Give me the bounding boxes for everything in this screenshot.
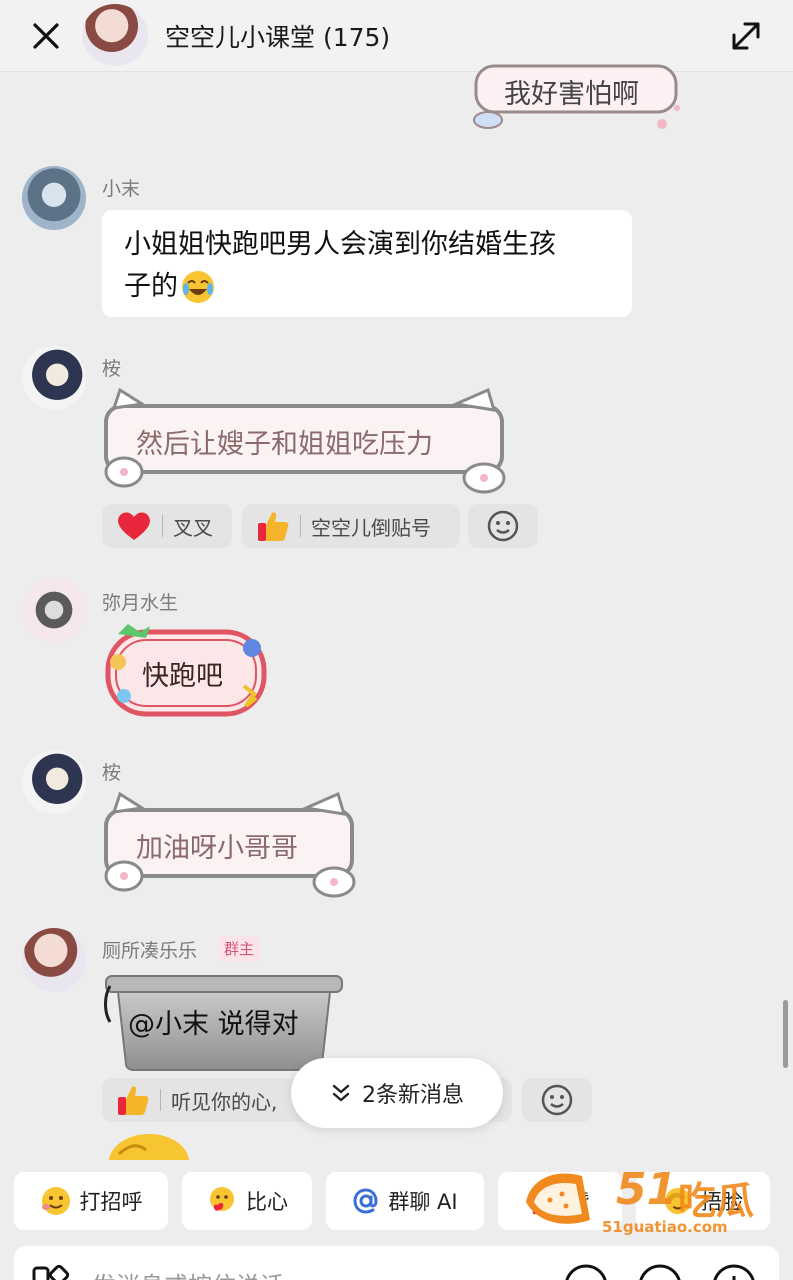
sticker-message[interactable]: 加油呀小哥哥 [100,792,360,898]
quick-action-label: 群聊 AI [388,1190,458,1214]
sticker-text: 加油呀小哥哥 [136,833,298,864]
watermark-brand: 51 [616,1164,678,1215]
smiley-icon [541,1084,573,1116]
scrollbar[interactable] [783,1000,788,1068]
new-messages-label: 2条新消息 [362,1083,464,1108]
smiley-icon [487,510,519,542]
reaction-chip[interactable]: 空空儿倒贴号 [242,504,460,548]
sticker-text: 快跑吧 [142,661,223,692]
expand-icon[interactable] [728,18,764,54]
sticker-text: @小末 说得对 [128,1009,299,1040]
thumbs-up-icon [258,512,289,541]
message-text: 小姐姐快跑吧男人会演到你结婚生孩 [124,229,556,260]
sender-name: 小末 [102,178,141,200]
reaction-label: 空空儿倒贴号 [311,515,431,540]
at-icon [353,1188,378,1214]
emoji-icon[interactable] [636,1262,684,1280]
watermark-domain: 51guatiao.com [602,1218,728,1236]
owner-badge: 群主 [218,936,261,961]
sender-name: 桉 [102,358,122,380]
reaction-label: 听见你的心, [171,1089,278,1114]
sticker-message[interactable]: @小末 说得对 [104,972,344,1072]
quick-action-wave[interactable]: 打招呼 [14,1172,168,1230]
wave-emoji-icon [41,1187,70,1215]
avatar[interactable] [22,750,86,814]
sticker-text: 我好害怕啊 [504,79,639,110]
double-chevron-down-icon [332,1084,350,1102]
quick-action-heart[interactable]: 比心 [182,1172,312,1230]
message-input-bar: 发消息或按住说话 [14,1246,779,1280]
page-title: 空空儿小课堂 (175) [165,23,391,52]
message-input[interactable]: 发消息或按住说话 [92,1266,284,1280]
voice-keyboard-icon[interactable] [28,1262,72,1280]
heart-hands-emoji-icon [210,1187,234,1211]
avatar[interactable] [22,928,86,992]
sticker-message[interactable]: 然后让嫂子和姐姐吃压力 [100,388,510,496]
message-bubble[interactable]: 小姐姐快跑吧男人会演到你结婚生孩 子的 [102,210,632,317]
heart-icon [118,512,150,540]
partial-sticker [109,1134,189,1160]
avatar[interactable] [22,578,86,642]
group-avatar[interactable] [82,4,148,66]
thumbs-up-icon [118,1086,149,1115]
message-text: 子的 [124,271,178,302]
sender-name: 弥月水生 [102,592,179,614]
new-messages-button[interactable]: 2条新消息 [291,1058,503,1128]
laugh-cry-emoji-icon [182,271,214,303]
sticker-message[interactable]: 我好害怕啊 [462,62,692,137]
sticker-message[interactable]: 快跑吧 [104,624,268,720]
quick-action-group-ai[interactable]: 群聊 AI [326,1172,484,1230]
close-icon[interactable] [28,18,64,54]
quick-action-label: 比心 [246,1190,288,1214]
avatar[interactable] [22,166,86,230]
add-icon[interactable] [710,1262,758,1280]
sticker-text: 然后让嫂子和姐姐吃压力 [136,429,433,460]
quick-action-label: 打招呼 [79,1190,143,1214]
reaction-row: 叉叉 空空儿倒贴号 [102,504,542,548]
add-reaction-button[interactable] [468,504,538,548]
add-reaction-button[interactable] [522,1078,592,1122]
avatar[interactable] [22,346,86,410]
sender-name: 桉 [102,762,122,784]
watermark-brand-cn: 吃瓜 [678,1179,755,1223]
reaction-label: 叉叉 [173,515,213,540]
watermark-logo: 51 吃瓜 51guatiao.com [520,1162,770,1238]
sender-name: 厕所凑乐乐 [102,940,198,962]
reaction-chip[interactable]: 叉叉 [102,504,232,548]
mic-icon[interactable] [562,1262,610,1280]
